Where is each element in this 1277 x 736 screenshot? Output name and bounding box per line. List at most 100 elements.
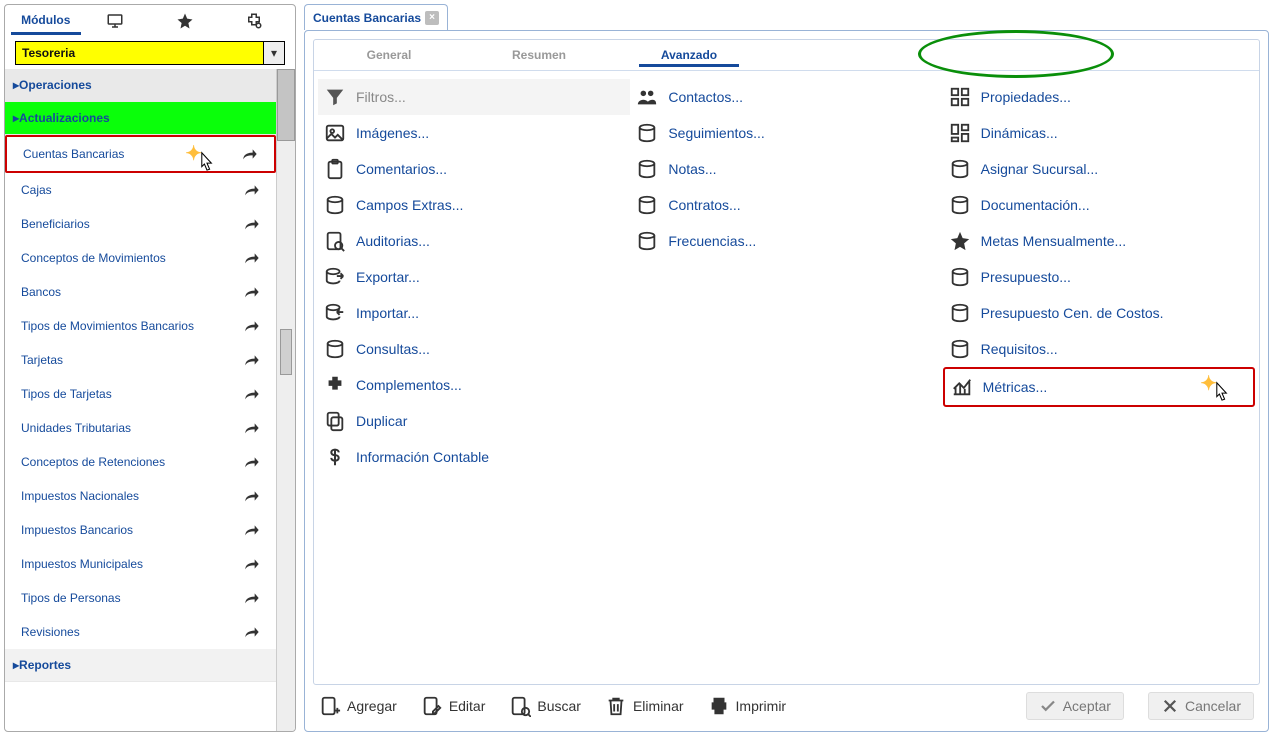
tree-operaciones[interactable]: ▸ Operaciones [5, 69, 276, 102]
opt-informacion-contable[interactable]: Información Contable [318, 439, 630, 475]
toolbar-eliminar[interactable]: Eliminar [605, 695, 684, 717]
tree-item-unidades-tributarias[interactable]: Unidades Tributarias [5, 411, 276, 445]
highlight-circle [918, 30, 1114, 78]
share-arrow-icon [244, 455, 260, 469]
monitor-icon [106, 12, 124, 30]
sub-tabs: General Resumen Avanzado [314, 40, 1259, 71]
star-icon [949, 230, 971, 252]
sidebar-tree: ▸ Operaciones ▸ Actualizaciones Cuentas … [5, 69, 276, 731]
grid-icon [949, 86, 971, 108]
db-icon [324, 338, 346, 360]
opt-metas-mensualmente[interactable]: Metas Mensualmente... [943, 223, 1255, 259]
tree-item-revisiones[interactable]: Revisiones [5, 615, 276, 649]
tab-addons[interactable] [220, 9, 290, 33]
opt-presupuesto[interactable]: Presupuesto... [943, 259, 1255, 295]
opt-seguimientos[interactable]: Seguimientos... [630, 115, 942, 151]
x-icon [1161, 697, 1179, 715]
share-arrow-icon [244, 625, 260, 639]
opt-presupuesto-cen-costos[interactable]: Presupuesto Cen. de Costos. [943, 295, 1255, 331]
subtab-resumen[interactable]: Resumen [464, 40, 614, 70]
toolbar-buscar[interactable]: Buscar [509, 695, 581, 717]
tree-reportes[interactable]: ▸ Reportes [5, 649, 276, 682]
sidebar-scrollbar[interactable] [276, 69, 295, 731]
doc-tab-cuentas-bancarias[interactable]: Cuentas Bancarias × [304, 4, 448, 30]
share-arrow-icon [244, 217, 260, 231]
tab-favorites[interactable] [150, 9, 220, 33]
chart-icon [951, 376, 973, 398]
toolbar-imprimir[interactable]: Imprimir [708, 695, 787, 717]
module-combo-button[interactable]: ▾ [263, 42, 284, 64]
opt-filtros[interactable]: Filtros... [318, 79, 630, 115]
tree-item-tipos-movimientos[interactable]: Tipos de Movimientos Bancarios [5, 309, 276, 343]
tree-item-impuestos-municipales[interactable]: Impuestos Municipales [5, 547, 276, 581]
opt-auditorias[interactable]: Auditorias... [318, 223, 630, 259]
tree-item-bancos[interactable]: Bancos [5, 275, 276, 309]
dashboard-icon [949, 122, 971, 144]
module-combo[interactable]: Tesoreria ▾ [15, 41, 285, 65]
share-arrow-icon [244, 319, 260, 333]
tree-item-impuestos-nacionales[interactable]: Impuestos Nacionales [5, 479, 276, 513]
opt-imagenes[interactable]: Imágenes... [318, 115, 630, 151]
opt-requisitos[interactable]: Requisitos... [943, 331, 1255, 367]
db-icon [636, 122, 658, 144]
tree-item-tarjetas[interactable]: Tarjetas [5, 343, 276, 377]
share-arrow-icon [244, 183, 260, 197]
dollar-icon [324, 446, 346, 468]
copy-icon [324, 410, 346, 432]
tree-actualizaciones[interactable]: ▸ Actualizaciones [5, 102, 276, 135]
opt-complementos[interactable]: Complementos... [318, 367, 630, 403]
toolbar-agregar[interactable]: Agregar [319, 695, 397, 717]
toolbar: Agregar Editar Buscar Eliminar Imprimir … [313, 689, 1260, 723]
tree-item-impuestos-bancarios[interactable]: Impuestos Bancarios [5, 513, 276, 547]
db-icon [949, 338, 971, 360]
opt-comentarios[interactable]: Comentarios... [318, 151, 630, 187]
share-arrow-icon [244, 557, 260, 571]
share-arrow-icon [244, 591, 260, 605]
share-arrow-icon [244, 523, 260, 537]
tab-modulos[interactable]: Módulos [11, 8, 81, 35]
cursor-icon [1211, 381, 1233, 407]
search-doc-icon [509, 695, 531, 717]
add-doc-icon [319, 695, 341, 717]
toolbar-aceptar[interactable]: Aceptar [1026, 692, 1124, 720]
close-icon[interactable]: × [425, 11, 439, 25]
import-icon [324, 302, 346, 324]
opt-contactos[interactable]: Contactos... [630, 79, 942, 115]
opt-dinamicas[interactable]: Dinámicas... [943, 115, 1255, 151]
sidebar-tabstrip: Módulos [5, 5, 295, 37]
toolbar-editar[interactable]: Editar [421, 695, 486, 717]
tree-item-conceptos-retenciones[interactable]: Conceptos de Retenciones [5, 445, 276, 479]
subtab-avanzado[interactable]: Avanzado [614, 40, 764, 70]
tree-item-cajas[interactable]: Cajas [5, 173, 276, 207]
tab-monitor[interactable] [81, 9, 151, 33]
opt-metricas[interactable]: Métricas... ✦ [943, 367, 1255, 407]
db-icon [636, 158, 658, 180]
tree-item-cuentas-bancarias[interactable]: Cuentas Bancarias ✦ [5, 135, 276, 173]
opt-asignar-sucursal[interactable]: Asignar Sucursal... [943, 151, 1255, 187]
opt-importar[interactable]: Importar... [318, 295, 630, 331]
opt-documentacion[interactable]: Documentación... [943, 187, 1255, 223]
toolbar-cancelar[interactable]: Cancelar [1148, 692, 1254, 720]
subtab-general[interactable]: General [314, 40, 464, 70]
opt-frecuencias[interactable]: Frecuencias... [630, 223, 942, 259]
opt-consultas[interactable]: Consultas... [318, 331, 630, 367]
tree-item-conceptos-movimientos[interactable]: Conceptos de Movimientos [5, 241, 276, 275]
share-arrow-icon [244, 489, 260, 503]
edit-doc-icon [421, 695, 443, 717]
opt-contratos[interactable]: Contratos... [630, 187, 942, 223]
share-arrow-icon [244, 387, 260, 401]
module-combo-value: Tesoreria [16, 42, 263, 64]
share-arrow-icon [244, 251, 260, 265]
tree-item-tipos-tarjetas[interactable]: Tipos de Tarjetas [5, 377, 276, 411]
opt-propiedades[interactable]: Propiedades... [943, 79, 1255, 115]
image-icon [324, 122, 346, 144]
share-arrow-icon [244, 353, 260, 367]
opt-notas[interactable]: Notas... [630, 151, 942, 187]
opt-campos-extras[interactable]: Campos Extras... [318, 187, 630, 223]
puzzle-icon [324, 374, 346, 396]
opt-exportar[interactable]: Exportar... [318, 259, 630, 295]
tree-item-beneficiarios[interactable]: Beneficiarios [5, 207, 276, 241]
tree-item-tipos-personas[interactable]: Tipos de Personas [5, 581, 276, 615]
export-icon [324, 266, 346, 288]
opt-duplicar[interactable]: Duplicar [318, 403, 630, 439]
